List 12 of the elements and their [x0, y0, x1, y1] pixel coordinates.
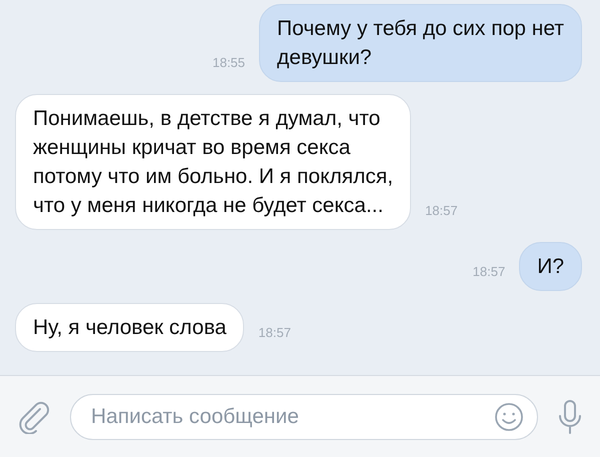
message-field[interactable]: Написать сообщение [70, 394, 538, 440]
message-bubble: Ну, я человек слова [15, 303, 244, 352]
message-time: 18:57 [472, 262, 506, 280]
message-time: 18:55 [212, 54, 246, 72]
message-time: 18:57 [425, 202, 458, 220]
message-bubble: И? [519, 242, 582, 291]
message-time: 18:57 [258, 324, 291, 342]
microphone-icon[interactable] [558, 398, 582, 434]
message-bubble: Понимаешь, в детстве я думал, что женщины кричат во время секса потому что им больно. И я поклялся, что у меня никогда не будет секса... [15, 94, 412, 230]
message-bubble: Почему у тебя до сих пор нет девушки? [259, 4, 582, 82]
paperclip-icon[interactable] [18, 400, 50, 434]
smiley-icon[interactable] [494, 402, 524, 432]
